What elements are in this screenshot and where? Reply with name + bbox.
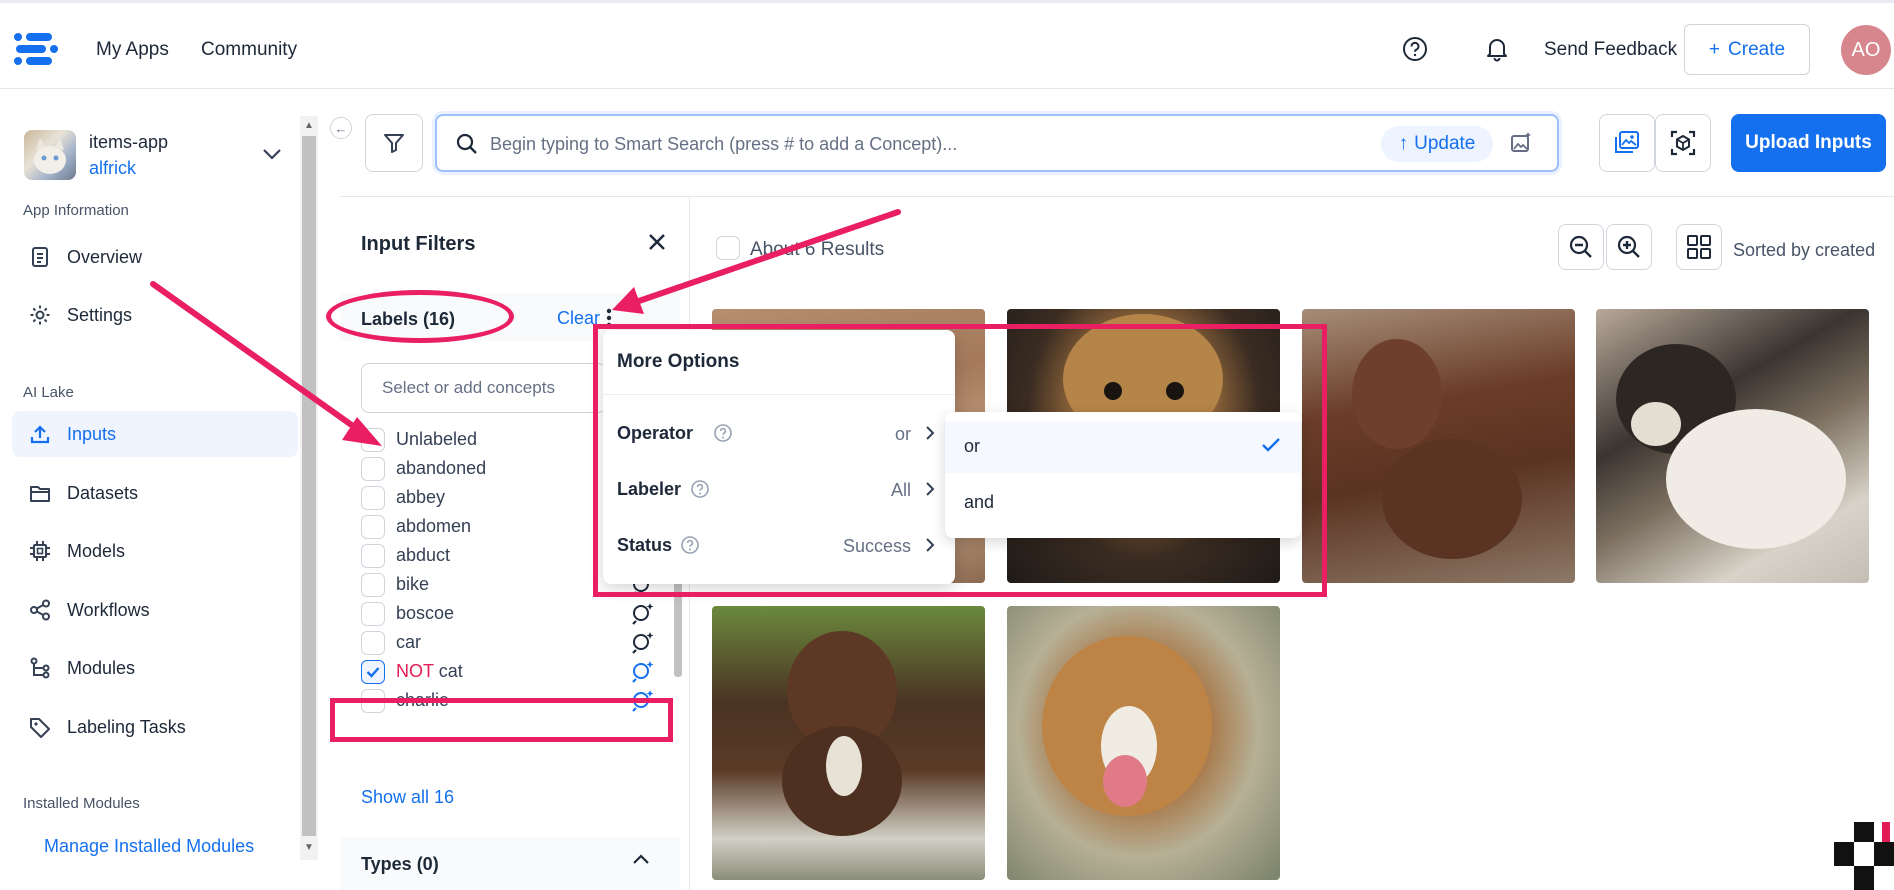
annotation-arrows	[150, 209, 901, 446]
qr-code-icon	[1834, 822, 1894, 890]
